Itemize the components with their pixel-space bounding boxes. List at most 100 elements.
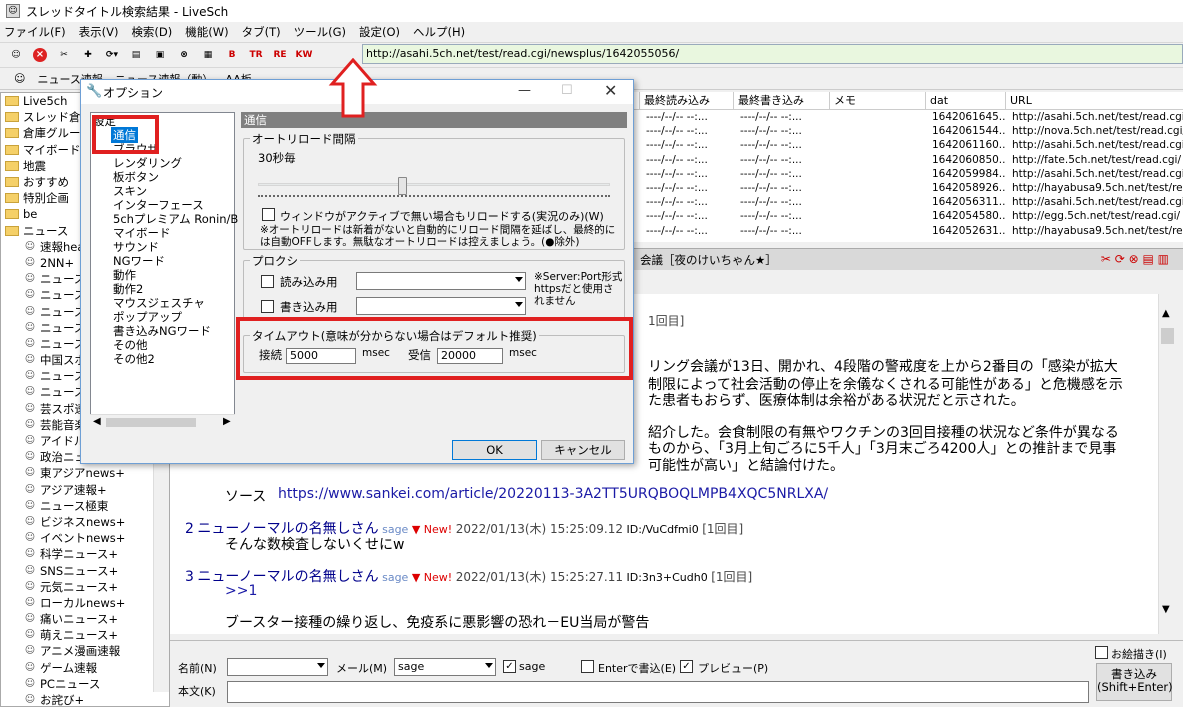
col-last-read[interactable]: 最終読み込み: [640, 92, 734, 110]
tree-label: イベントnews+: [40, 531, 126, 546]
cell-dat: 1642060850...: [932, 153, 1006, 166]
col-memo[interactable]: メモ: [830, 92, 926, 110]
tree-board[interactable]: ☺ ビジネスnews+: [1, 514, 169, 530]
chevron-down-icon: [515, 302, 523, 307]
stop-icon[interactable]: ×: [30, 45, 50, 65]
scroll-right-icon[interactable]: ▶: [223, 416, 231, 427]
scroll-left-icon[interactable]: ◀: [93, 416, 101, 427]
proxy-read-combo[interactable]: [356, 272, 526, 290]
tree-label: ニュース極東: [40, 498, 109, 513]
menu-help[interactable]: ヘルプ(H): [413, 24, 465, 40]
tree-label: マイボード: [23, 142, 81, 157]
tree-board[interactable]: ☺ ニュース極東: [1, 498, 169, 514]
ok-button[interactable]: OK: [452, 440, 537, 460]
tree-label: ビジネスnews+: [40, 514, 126, 529]
options-tree-item[interactable]: その他2: [113, 351, 155, 367]
tree-board[interactable]: ☺ 東アジアnews+: [1, 465, 169, 481]
proxy-write-combo[interactable]: [356, 297, 526, 315]
scroll-thumb[interactable]: [1161, 328, 1174, 344]
oekaki-checkbox[interactable]: [1095, 646, 1108, 659]
tree-board[interactable]: ☺ アジア速報+: [1, 482, 169, 498]
menu-tools[interactable]: ツール(G): [294, 24, 346, 40]
res-icon[interactable]: RE: [270, 45, 290, 65]
post-body-anchor[interactable]: >>1: [225, 583, 257, 599]
enter-submit-checkbox[interactable]: [581, 660, 594, 673]
panel-header: 通信: [241, 112, 627, 128]
proxy-read-checkbox[interactable]: [261, 275, 274, 288]
tree-board[interactable]: ☺ ローカルnews+: [1, 595, 169, 611]
ghost-icon: ☺: [24, 386, 36, 398]
ghost-icon: ☺: [24, 596, 36, 608]
preview-checkbox[interactable]: ✓: [680, 660, 693, 673]
sage-checkbox[interactable]: ✓: [503, 660, 516, 673]
menu-search[interactable]: 検索(D): [131, 24, 172, 40]
minimize-icon[interactable]: —: [518, 83, 531, 98]
name-combo[interactable]: [227, 658, 328, 676]
cross-icon[interactable]: ✚: [78, 45, 98, 65]
menu-view[interactable]: 表示(V): [79, 24, 119, 40]
annotation-arrow-icon: [328, 58, 378, 118]
tree-board[interactable]: ☺ 科学ニュース+: [1, 546, 169, 562]
menu-file[interactable]: ファイル(F): [4, 24, 66, 40]
post-id[interactable]: ID:/VuCdfmi0: [627, 523, 699, 536]
url-input[interactable]: http://asahi.5ch.net/test/read.cgi/newsp…: [362, 44, 1183, 64]
col-last-write[interactable]: 最終書き込み: [734, 92, 830, 110]
find-icon[interactable]: ⊗: [174, 45, 194, 65]
menu-tab[interactable]: タブ(T): [242, 24, 281, 40]
bkn-icon[interactable]: B: [222, 45, 242, 65]
scroll-down-icon[interactable]: ▼: [1162, 604, 1170, 615]
scissors-icon[interactable]: ✂: [54, 45, 74, 65]
tree-label: お詫び+: [40, 693, 85, 707]
highlight-box-timeout: [236, 317, 633, 380]
slider-thumb[interactable]: [398, 177, 407, 195]
dat-icon[interactable]: KW: [294, 45, 314, 65]
menu-function[interactable]: 機能(W): [185, 24, 228, 40]
col-dat[interactable]: dat: [926, 92, 1006, 110]
ghost-icon[interactable]: ☺: [6, 45, 26, 65]
thread-scrollbar[interactable]: ▲ ▼: [1158, 294, 1176, 634]
cancel-button[interactable]: キャンセル: [541, 440, 625, 460]
tree-board[interactable]: ☺ お詫び+: [1, 692, 169, 707]
col-url[interactable]: URL: [1006, 92, 1183, 110]
tree-board[interactable]: ☺ ゲーム速報: [1, 660, 169, 676]
trd-icon[interactable]: TR: [246, 45, 266, 65]
paste-icon[interactable]: ▣: [150, 45, 170, 65]
cell-last-read: ----/--/-- --:...: [646, 125, 708, 138]
scroll-up-icon[interactable]: ▲: [1162, 308, 1170, 319]
refresh-icon[interactable]: ⟳▾: [102, 45, 122, 65]
copy-icon[interactable]: ▤: [126, 45, 146, 65]
reload-interval-slider[interactable]: [258, 177, 610, 197]
tree-board[interactable]: ☺ 痛いニュース+: [1, 611, 169, 627]
maximize-icon[interactable]: ☐: [561, 83, 573, 98]
cell-memo: [830, 181, 926, 195]
tree-label: ニュース: [40, 385, 86, 400]
tree-board[interactable]: ☺ イベントnews+: [1, 530, 169, 546]
submit-button[interactable]: 書き込み (Shift+Enter): [1096, 663, 1173, 701]
tree-board[interactable]: ☺ PCニュース: [1, 676, 169, 692]
thread-tools-icon[interactable]: ✂ ⟳ ⊗ ▤ ▥: [1101, 252, 1169, 266]
source-link[interactable]: https://www.sankei.com/article/20220113-…: [278, 486, 828, 502]
board-icon[interactable]: ▦: [198, 45, 218, 65]
scroll-thumb[interactable]: [106, 418, 196, 427]
tree-label: 2NN+: [40, 255, 75, 270]
post-id[interactable]: ID:3n3+Cudh0: [627, 571, 708, 584]
post-number[interactable]: 3: [185, 569, 194, 585]
close-icon[interactable]: ✕: [604, 81, 617, 100]
menu-settings[interactable]: 設定(O): [359, 24, 400, 40]
cell-last-write: ----/--/-- --:...: [740, 125, 802, 138]
tree-board[interactable]: ☺ SNSニュース+: [1, 562, 169, 578]
tree-board[interactable]: ☺ アニメ漫画速報: [1, 643, 169, 659]
tree-label: SNSニュース+: [40, 563, 119, 578]
post-body: そんな数検査しないくせにw: [225, 537, 405, 553]
tree-board[interactable]: ☺ 萌えニュース+: [1, 627, 169, 643]
post-number[interactable]: 2: [185, 521, 194, 537]
body-label: 本文(K): [178, 685, 216, 698]
cell-dat: 1642052631...: [932, 224, 1006, 237]
tree-board[interactable]: ☺ 元気ニュース+: [1, 579, 169, 595]
mail-combo[interactable]: sage: [394, 658, 496, 676]
options-tree-hscroll[interactable]: ◀ ▶: [90, 414, 235, 430]
proxy-write-checkbox[interactable]: [261, 300, 274, 313]
folder-icon: [5, 112, 19, 123]
reload-inactive-checkbox[interactable]: [262, 208, 275, 221]
body-textarea[interactable]: [227, 681, 1089, 703]
